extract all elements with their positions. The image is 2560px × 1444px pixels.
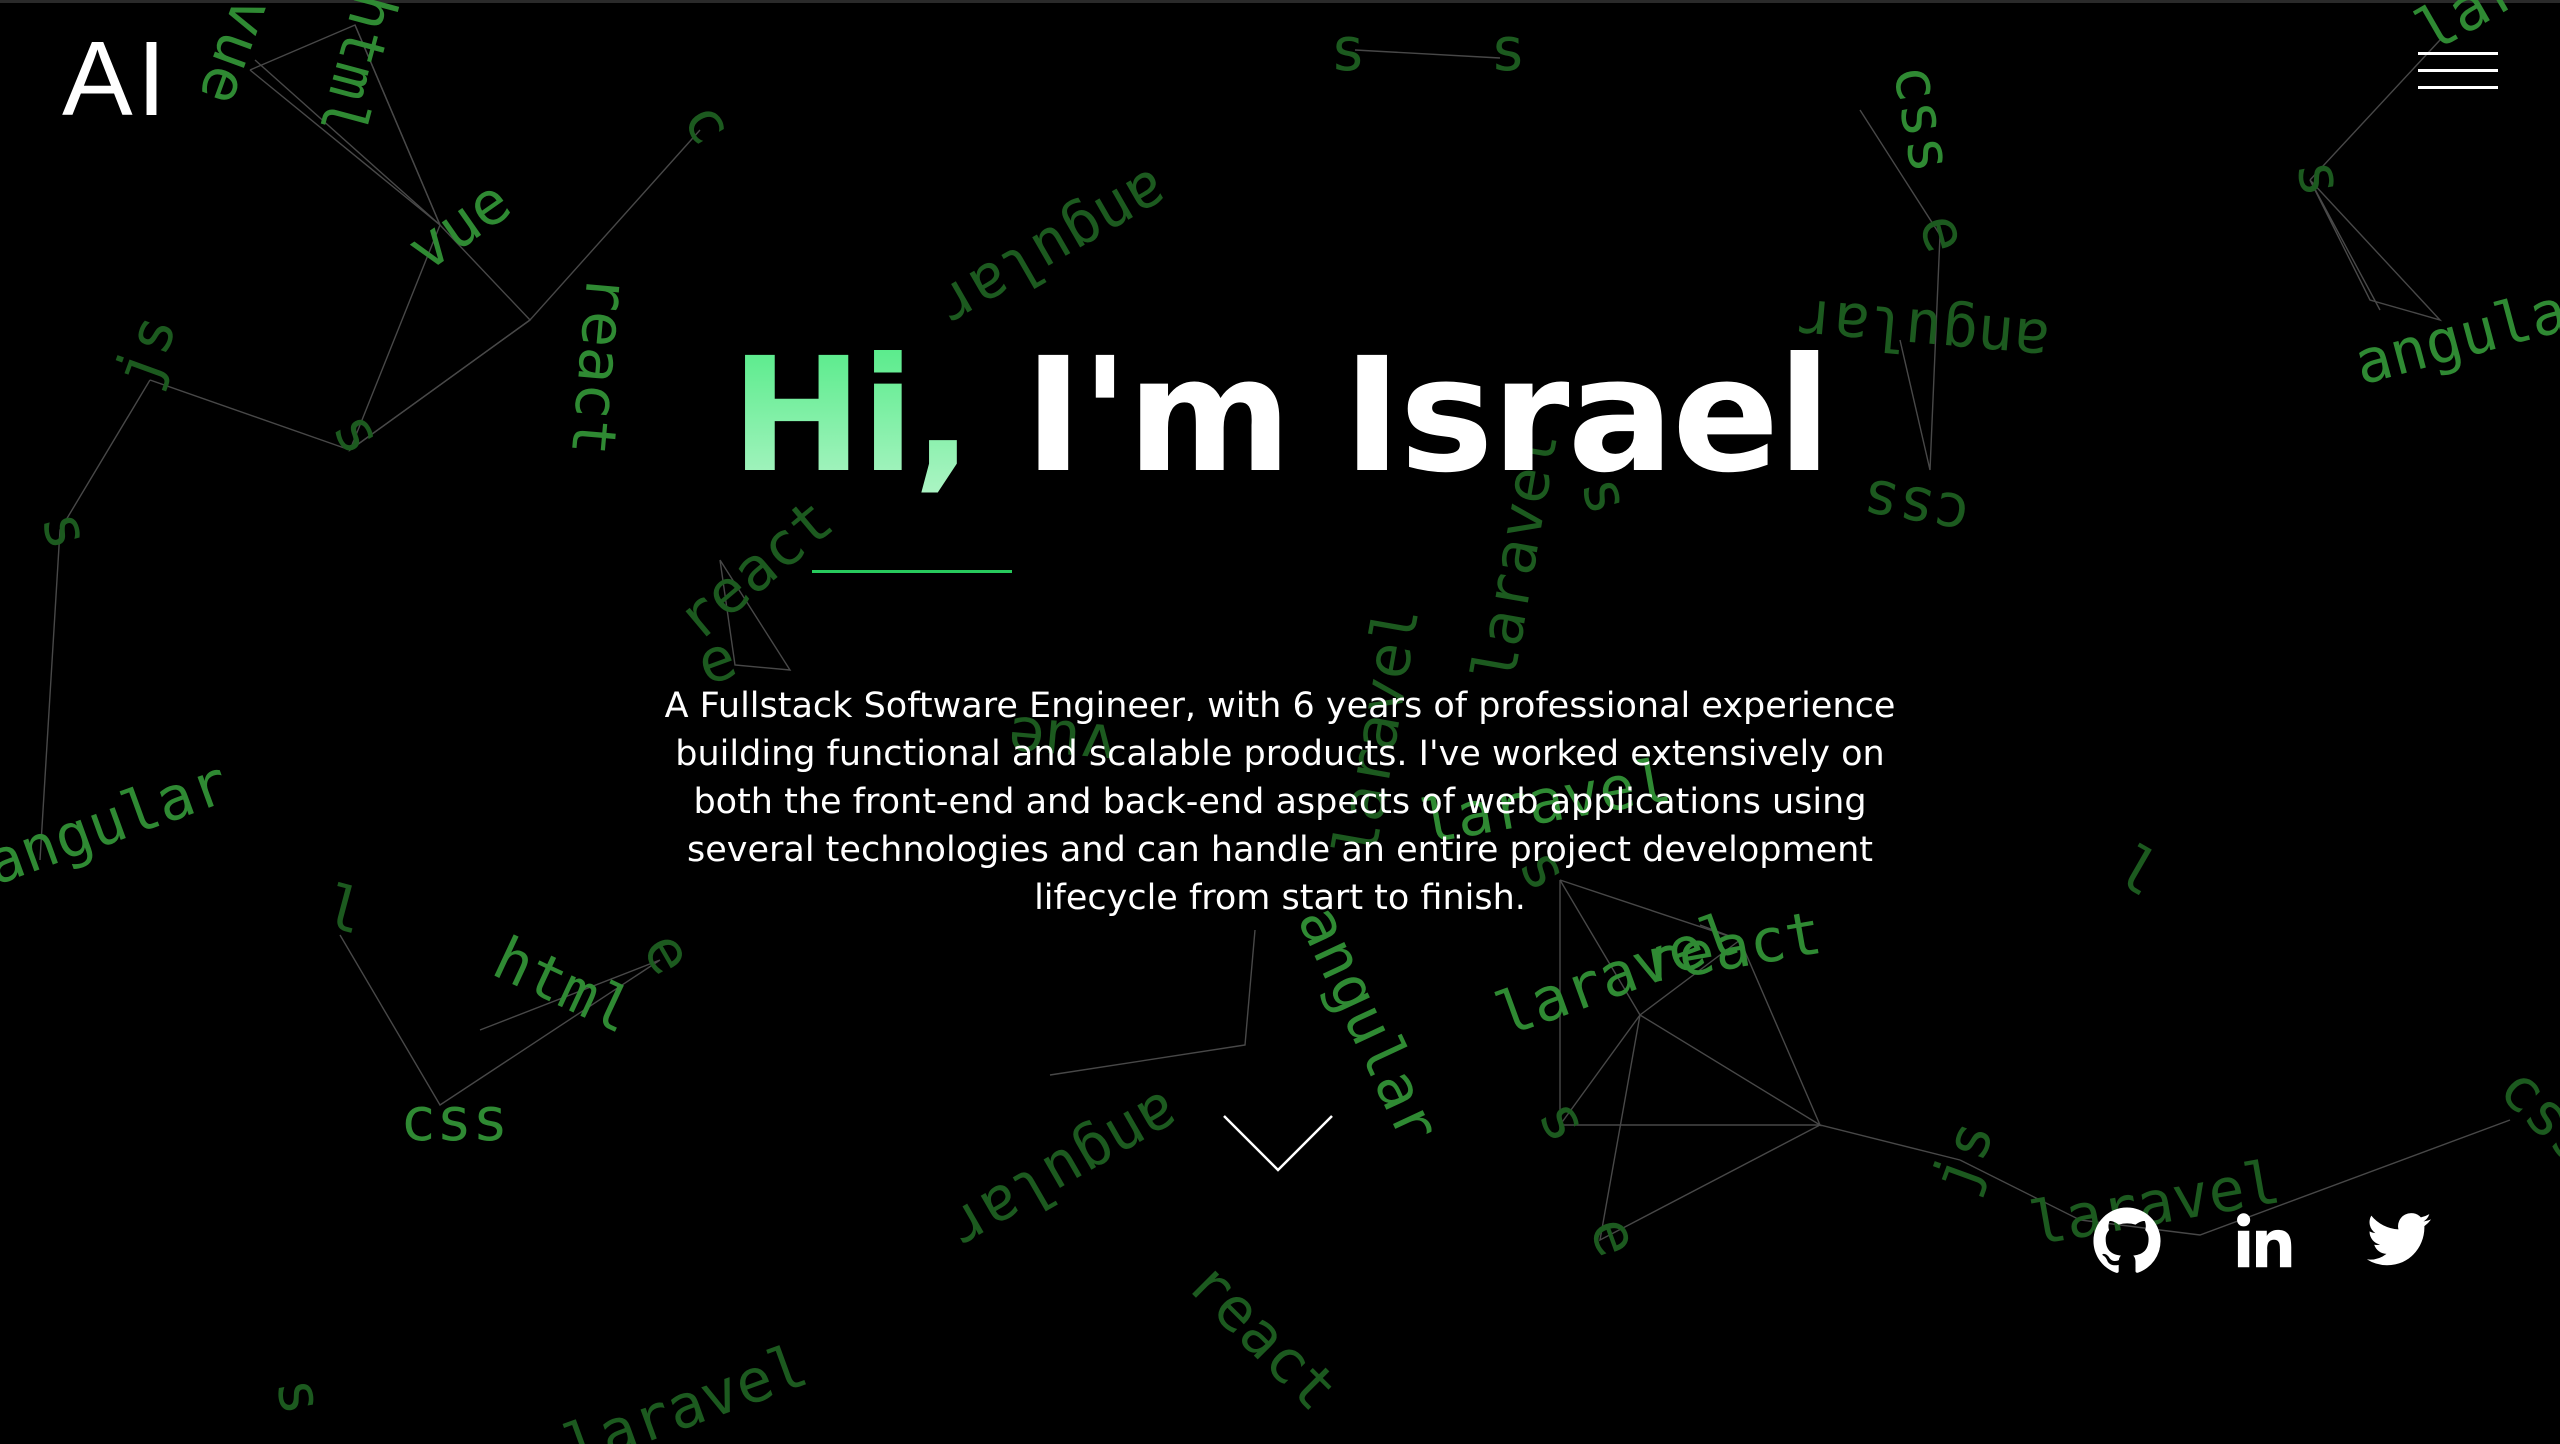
svg-text:l: l: [318, 872, 371, 949]
svg-text:angular: angular: [938, 1077, 1192, 1264]
twitter-icon[interactable]: [2364, 1206, 2434, 1276]
svg-text:html: html: [483, 923, 644, 1048]
svg-text:css: css: [400, 1085, 508, 1155]
svg-text:react: react: [1174, 1247, 1351, 1424]
hero-headline: Hi, I'm Israel: [0, 329, 2560, 504]
svg-text:vue: vue: [185, 0, 288, 114]
svg-text:s: s: [1490, 15, 1526, 85]
site-logo[interactable]: AI: [62, 26, 170, 132]
linkedin-icon[interactable]: [2228, 1206, 2298, 1276]
svg-text:e: e: [1905, 207, 1982, 260]
svg-text:js: js: [1918, 1111, 2008, 1203]
svg-text:s: s: [1524, 1088, 1603, 1154]
svg-text:css: css: [2485, 1053, 2560, 1179]
svg-text:s: s: [2282, 154, 2357, 202]
chevron-down-icon[interactable]: [1222, 1114, 1334, 1176]
svg-text:e: e: [628, 920, 707, 986]
hero-greeting: Hi,: [730, 324, 973, 508]
svg-text:angular: angular: [926, 155, 1180, 342]
svg-text:laravel: laravel: [555, 1331, 817, 1444]
hero-intro: A Fullstack Software Engineer, with 6 ye…: [664, 686, 1896, 918]
svg-text:s: s: [262, 1372, 337, 1420]
hero-name: I'm Israel: [1023, 324, 1831, 508]
menu-bar-bottom: [2418, 86, 2498, 89]
svg-text:e: e: [1575, 1208, 1653, 1266]
hamburger-menu-icon[interactable]: [2412, 50, 2498, 98]
svg-text:c: c: [668, 90, 747, 156]
svg-text:html: html: [305, 0, 410, 143]
github-icon[interactable]: [2092, 1206, 2162, 1276]
svg-text:angular: angular: [0, 747, 238, 899]
headline-underline: [812, 570, 1012, 573]
svg-text:vue: vue: [395, 166, 524, 286]
menu-bar-top: [2418, 52, 2498, 55]
svg-text:s: s: [27, 504, 104, 557]
svg-text:s: s: [1330, 15, 1366, 85]
svg-text:l: l: [2105, 832, 2171, 911]
menu-bar-middle: [2418, 69, 2498, 72]
